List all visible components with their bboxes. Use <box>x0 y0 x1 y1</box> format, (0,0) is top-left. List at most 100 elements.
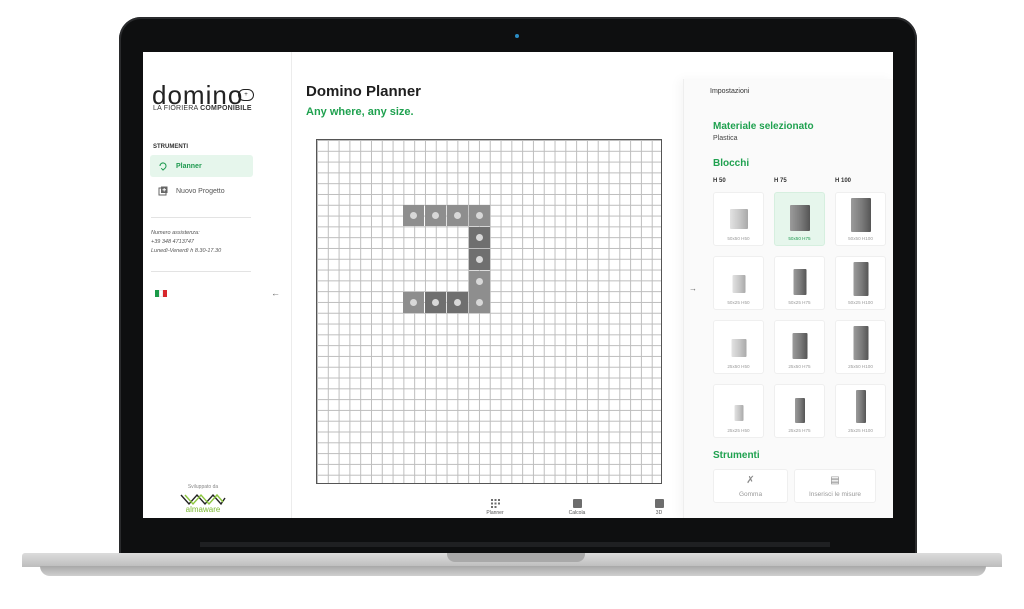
block-25x25-h75-icon <box>794 398 805 423</box>
block-label: 50x50 H75 <box>788 236 811 241</box>
placed-block[interactable] <box>425 205 446 226</box>
placed-block[interactable] <box>469 205 490 226</box>
planner-grid[interactable] <box>316 139 662 484</box>
block-label: 25x50 H50 <box>727 364 750 369</box>
tool-label: Gomma <box>738 491 763 498</box>
placed-block[interactable] <box>447 205 468 226</box>
webcam <box>515 34 519 38</box>
block-card-selected[interactable]: 50x50 H75 <box>774 192 825 246</box>
section-title-strumenti: STRUMENTI <box>153 144 188 150</box>
eraser-button[interactable]: ✗ Gomma <box>713 469 788 503</box>
divider <box>151 217 251 218</box>
block-label: 50x50 H50 <box>727 236 750 241</box>
block-25x25-h50-icon <box>734 405 743 421</box>
block-50x50-h100-icon <box>850 198 871 232</box>
tab-calcola[interactable]: Calcola <box>557 499 597 516</box>
sidebar: domino + LA FIORIERA COMPONIBILE STRUMEN… <box>143 52 292 518</box>
tab-label: 3D <box>655 510 663 516</box>
block-50x50-h50-icon <box>729 209 748 229</box>
block-label: 25x25 H75 <box>788 428 811 433</box>
material-title: Materiale selezionato <box>713 121 814 132</box>
tools-title: Strumenti <box>713 450 760 461</box>
tab-label: Planner <box>486 510 504 516</box>
arrow-right-icon[interactable]: → <box>689 284 697 293</box>
block-label: 25x25 H50 <box>727 428 750 433</box>
new-project-icon <box>158 186 168 196</box>
language-flag-it[interactable] <box>155 290 167 297</box>
block-card[interactable]: 50x25 H50 <box>713 256 764 310</box>
ruler-icon: ▤ <box>830 475 840 486</box>
almaware-logo-icon <box>180 493 226 506</box>
block-25x25-h100-icon <box>855 390 866 423</box>
block-label: 25x50 H75 <box>788 364 811 369</box>
block-50x25-h50-icon <box>732 275 745 293</box>
sidebar-item-planner[interactable]: Planner <box>150 155 253 177</box>
column-header-h75: H 75 <box>774 178 787 184</box>
developer-name: almaware <box>185 505 221 514</box>
tab-3d[interactable]: 3D <box>639 499 679 516</box>
laptop-base-edge <box>40 566 986 576</box>
column-header-h50: H 50 <box>713 178 726 184</box>
block-card[interactable]: 25x25 H50 <box>713 384 764 438</box>
block-label: 25x25 H100 <box>848 428 873 433</box>
assistance-label: Numero assistenza: <box>151 230 200 236</box>
arrow-left-icon[interactable]: ← <box>271 288 280 298</box>
sidebar-item-nuovo-progetto[interactable]: Nuovo Progetto <box>150 180 253 202</box>
tool-label: Inserisci le misure <box>808 491 861 498</box>
block-25x50-h100-icon <box>853 326 868 360</box>
sidebar-item-label: Nuovo Progetto <box>176 187 225 195</box>
block-25x50-h75-icon <box>792 333 807 359</box>
divider <box>151 271 251 272</box>
placed-block[interactable] <box>403 292 424 313</box>
insert-measures-button[interactable]: ▤ Inserisci le misure <box>794 469 876 503</box>
assistance-phone[interactable]: +39 348 4713747 <box>151 239 194 245</box>
logo-tagline: LA FIORIERA COMPONIBILE <box>153 105 252 112</box>
block-50x25-h75-icon <box>793 269 806 295</box>
tab-label: Calcola <box>568 510 586 516</box>
eraser-icon: ✗ <box>746 475 755 486</box>
block-50x25-h100-icon <box>853 262 868 296</box>
block-label: 50x25 H50 <box>727 300 750 305</box>
block-label: 50x50 H100 <box>848 236 873 241</box>
material-value: Plastica <box>713 135 738 142</box>
placed-block[interactable] <box>469 249 490 270</box>
placed-block[interactable] <box>403 205 424 226</box>
block-card[interactable]: 25x50 H100 <box>835 320 886 374</box>
block-card[interactable]: 50x50 H50 <box>713 192 764 246</box>
placed-block[interactable] <box>447 292 468 313</box>
block-25x50-h50-icon <box>731 339 746 357</box>
block-card[interactable]: 50x25 H75 <box>774 256 825 310</box>
block-50x50-h75-icon <box>789 205 810 231</box>
planner-icon <box>158 161 168 171</box>
block-card[interactable]: 25x50 H50 <box>713 320 764 374</box>
tab-planner[interactable]: Planner <box>475 499 515 516</box>
calculator-icon <box>572 499 582 508</box>
placed-block[interactable] <box>469 292 490 313</box>
block-card[interactable]: 25x25 H75 <box>774 384 825 438</box>
block-label: 50x25 H75 <box>788 300 811 305</box>
block-card[interactable]: 50x25 H100 <box>835 256 886 310</box>
column-header-h100: H 100 <box>835 178 852 184</box>
block-label: 25x50 H100 <box>848 364 873 369</box>
laptop-hinge-notch <box>447 553 585 562</box>
assistance-hours: Lunedì-Venerdì h 8.30-17.30 <box>151 248 222 254</box>
developed-by-label: Sviluppato da <box>187 484 219 490</box>
panel-title: Impostazioni <box>710 88 750 95</box>
block-card[interactable]: 25x50 H75 <box>774 320 825 374</box>
blocks-title: Blocchi <box>713 158 750 169</box>
app-screen: domino + LA FIORIERA COMPONIBILE STRUMEN… <box>143 52 893 518</box>
block-card[interactable]: 50x50 H100 <box>835 192 886 246</box>
laptop-bezel-bottom <box>200 542 830 547</box>
placed-block[interactable] <box>425 292 446 313</box>
sidebar-item-label: Planner <box>176 162 202 170</box>
flag-stripe-red <box>163 290 167 297</box>
logo-badge: + <box>238 89 254 101</box>
placed-block[interactable] <box>469 271 490 292</box>
cube-icon <box>654 499 664 508</box>
page-title: Domino Planner <box>306 83 422 100</box>
block-card[interactable]: 25x25 H100 <box>835 384 886 438</box>
placed-block[interactable] <box>469 227 490 248</box>
grid-icon <box>490 499 500 508</box>
block-label: 50x25 H100 <box>848 300 873 305</box>
page-subtitle: Any where, any size. <box>306 106 414 118</box>
